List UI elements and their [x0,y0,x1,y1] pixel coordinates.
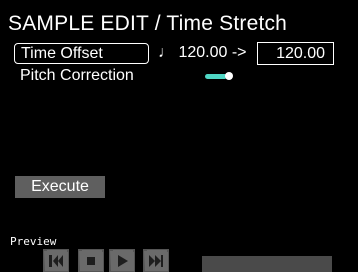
skip-to-start-icon [44,250,68,271]
preview-label: Preview [10,235,57,248]
pitch-correction-label: Pitch Correction [20,67,134,84]
stop-icon [79,250,103,271]
fast-forward-button[interactable] [143,249,169,272]
fast-forward-icon [144,250,168,271]
tempo-display: ♩ 120.00 -> [158,44,247,61]
play-button[interactable] [109,249,135,272]
page-title: SAMPLE EDIT / Time Stretch [8,12,288,35]
preview-progress-bar [202,256,332,272]
toggle-track [205,74,227,79]
target-tempo-field[interactable]: 120.00 [257,42,334,65]
pitch-correction-toggle[interactable] [205,72,233,80]
skip-to-start-button[interactable] [43,249,69,272]
toggle-knob [225,72,233,80]
time-offset-field[interactable]: Time Offset [14,43,149,64]
execute-button[interactable]: Execute [15,176,105,198]
stop-button[interactable] [78,249,104,272]
play-icon [110,250,134,271]
